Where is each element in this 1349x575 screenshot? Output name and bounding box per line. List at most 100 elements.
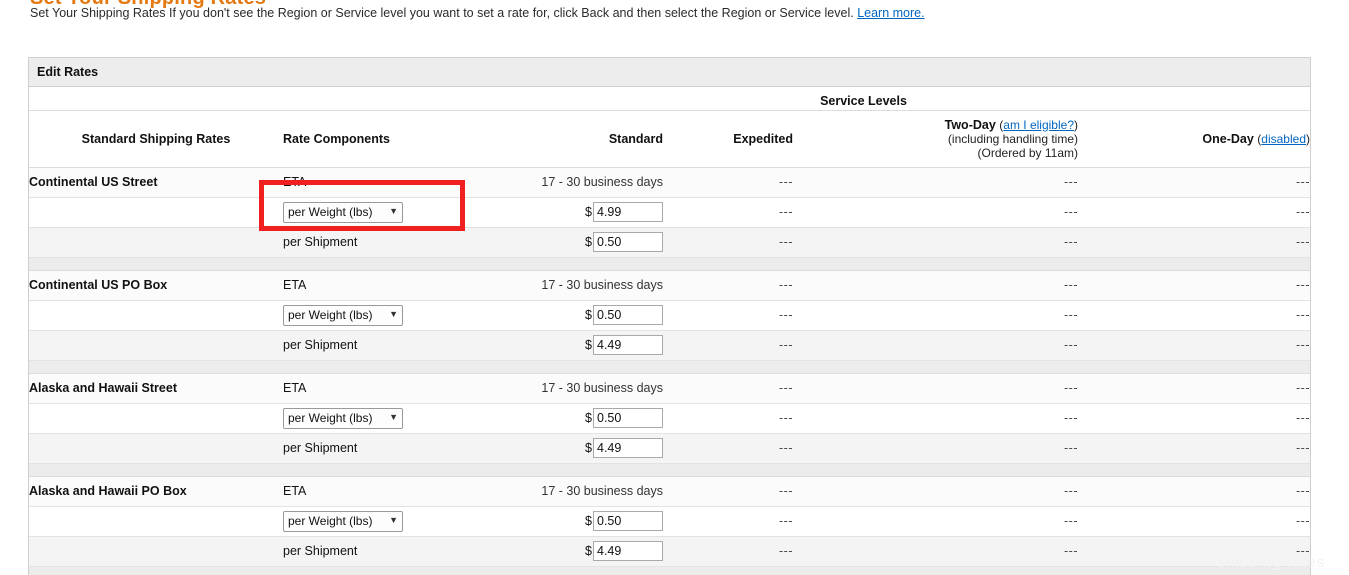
weight-unit-select-wrap: per Weight (lbs)per Shipmentper Item▼ xyxy=(283,511,403,532)
shipping-rates-table: Service Levels Standard Shipping Rates R… xyxy=(29,87,1310,575)
region-name: Alaska and Hawaii PO Box xyxy=(29,476,283,506)
rate-component-shipment-label: per Shipment xyxy=(283,227,417,257)
eta-one-day-value: --- xyxy=(1078,476,1310,506)
eta-expedited-value: --- xyxy=(663,373,793,403)
spacer-cell xyxy=(29,566,1310,575)
currency-symbol: $ xyxy=(585,308,592,322)
region-name-blank xyxy=(29,506,283,536)
col-header-standard: Standard xyxy=(417,110,663,167)
eta-standard-value: 17 - 30 business days xyxy=(417,373,663,403)
rate-component-eta-label: ETA xyxy=(283,476,417,506)
one-day-paren-close: ) xyxy=(1306,132,1310,146)
eta-expedited-value: --- xyxy=(663,270,793,300)
money-field: $ xyxy=(585,408,663,428)
table-row: per Weight (lbs)per Shipmentper Item▼ $ --… xyxy=(29,197,1310,227)
money-field: $ xyxy=(585,335,663,355)
weight-standard-cell: $ xyxy=(417,197,663,227)
money-field: $ xyxy=(585,202,663,222)
region-name-blank xyxy=(29,300,283,330)
weight-unit-select[interactable]: per Weight (lbs)per Shipmentper Item xyxy=(283,202,403,223)
currency-symbol: $ xyxy=(585,411,592,425)
weight-two-day-value: --- xyxy=(793,506,1078,536)
table-row: Continental US PO BoxETA17 - 30 business… xyxy=(29,270,1310,300)
weight-unit-select-wrap: per Weight (lbs)per Shipmentper Item▼ xyxy=(283,202,403,223)
col-header-expedited: Expedited xyxy=(663,110,793,167)
am-i-eligible-link[interactable]: am I eligible? xyxy=(1003,118,1074,132)
money-field: $ xyxy=(585,305,663,325)
table-row: Continental US StreetETA17 - 30 business… xyxy=(29,167,1310,197)
watermark-text: shipping rates xyxy=(1218,554,1325,571)
rate-component-eta-label: ETA xyxy=(283,167,417,197)
spacer-cell xyxy=(29,360,1310,373)
table-row: per Shipment$--------- xyxy=(29,227,1310,257)
eta-one-day-value: --- xyxy=(1078,270,1310,300)
service-levels-group-header: Service Levels xyxy=(417,87,1310,110)
money-field: $ xyxy=(585,541,663,561)
row-group-spacer xyxy=(29,566,1310,575)
currency-symbol: $ xyxy=(585,235,592,249)
money-field: $ xyxy=(585,232,663,252)
eta-expedited-value: --- xyxy=(663,476,793,506)
table-row: per Shipment$--------- xyxy=(29,433,1310,463)
weight-two-day-value: --- xyxy=(793,403,1078,433)
shipment-standard-input[interactable] xyxy=(593,541,663,561)
one-day-disabled-link[interactable]: disabled xyxy=(1261,132,1306,146)
weight-unit-select-wrap: per Weight (lbs)per Shipmentper Item▼ xyxy=(283,305,403,326)
col-header-one-day: One-Day (disabled) xyxy=(1078,110,1310,167)
weight-unit-select[interactable]: per Weight (lbs)per Shipmentper Item xyxy=(283,511,403,532)
weight-unit-select[interactable]: per Weight (lbs)per Shipmentper Item xyxy=(283,408,403,429)
weight-expedited-value: --- xyxy=(663,300,793,330)
eta-two-day-value: --- xyxy=(793,476,1078,506)
eta-two-day-value: --- xyxy=(793,373,1078,403)
weight-standard-cell: $ xyxy=(417,403,663,433)
edit-rates-panel: Edit Rates Service Levels Standard Shipp… xyxy=(28,57,1311,575)
eta-two-day-value: --- xyxy=(793,270,1078,300)
shipment-expedited-value: --- xyxy=(663,227,793,257)
weight-two-day-value: --- xyxy=(793,300,1078,330)
weight-standard-input[interactable] xyxy=(593,408,663,428)
weight-standard-cell: $ xyxy=(417,506,663,536)
two-day-paren-close: ) xyxy=(1074,118,1078,132)
learn-more-link[interactable]: Learn more. xyxy=(857,6,924,20)
eta-standard-value: 17 - 30 business days xyxy=(417,167,663,197)
weight-two-day-value: --- xyxy=(793,197,1078,227)
money-field: $ xyxy=(585,438,663,458)
table-head: Service Levels Standard Shipping Rates R… xyxy=(29,87,1310,167)
eta-two-day-value: --- xyxy=(793,167,1078,197)
eta-expedited-value: --- xyxy=(663,167,793,197)
region-name-blank xyxy=(29,197,283,227)
two-day-note-handling: (including handling time) xyxy=(793,132,1078,146)
two-day-label: Two-Day xyxy=(945,118,996,132)
rate-component-eta-label: ETA xyxy=(283,373,417,403)
table-row: per Weight (lbs)per Shipmentper Item▼$--… xyxy=(29,506,1310,536)
shipment-two-day-value: --- xyxy=(793,330,1078,360)
shipment-standard-input[interactable] xyxy=(593,232,663,252)
intro-text: Set Your Shipping Rates If you don't see… xyxy=(30,6,854,20)
col-header-two-day: Two-Day (am I eligible?) (including hand… xyxy=(793,110,1078,167)
weight-unit-select[interactable]: per Weight (lbs)per Shipmentper Item xyxy=(283,305,403,326)
shipment-one-day-value: --- xyxy=(1078,227,1310,257)
shipment-expedited-value: --- xyxy=(663,536,793,566)
region-name: Alaska and Hawaii Street xyxy=(29,373,283,403)
shipment-standard-input[interactable] xyxy=(593,335,663,355)
two-day-note-ordered: (Ordered by 11am) xyxy=(793,146,1078,160)
shipment-standard-cell: $ xyxy=(417,227,663,257)
region-name-blank xyxy=(29,227,283,257)
weight-expedited-value: --- xyxy=(663,506,793,536)
page-root: Set Your Shipping Rates Set Your Shippin… xyxy=(0,0,1349,575)
weight-standard-input[interactable] xyxy=(593,511,663,531)
currency-symbol: $ xyxy=(585,338,592,352)
row-group-spacer xyxy=(29,463,1310,476)
weight-one-day-value: --- xyxy=(1078,506,1310,536)
rate-component-unit-cell: per Weight (lbs)per Shipmentper Item▼ xyxy=(283,403,417,433)
table-body: Continental US StreetETA17 - 30 business… xyxy=(29,167,1310,575)
weight-standard-input[interactable] xyxy=(593,202,663,222)
weight-standard-input[interactable] xyxy=(593,305,663,325)
header-spacer-region xyxy=(29,87,283,110)
table-row: per Weight (lbs)per Shipmentper Item▼ $ --… xyxy=(29,300,1310,330)
shipment-one-day-value: --- xyxy=(1078,330,1310,360)
header-spacer-components xyxy=(283,87,417,110)
shipment-expedited-value: --- xyxy=(663,330,793,360)
money-field: $ xyxy=(585,511,663,531)
shipment-standard-input[interactable] xyxy=(593,438,663,458)
